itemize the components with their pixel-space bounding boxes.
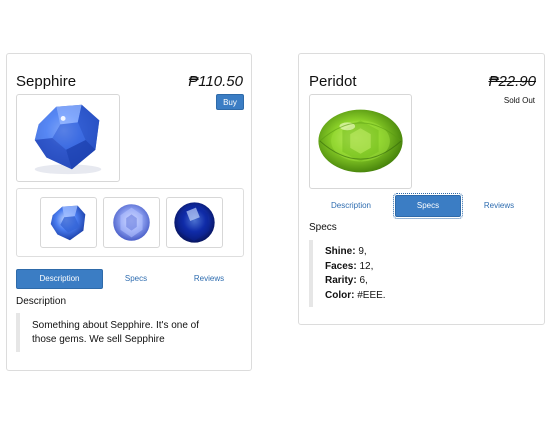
product-card-sepphire: Sepphire ₱110.50 Buy Description Specs R…: [6, 53, 252, 371]
buy-button[interactable]: Buy: [216, 94, 244, 110]
tab-specs[interactable]: Specs: [103, 269, 169, 289]
spec-label: Faces: [325, 260, 354, 272]
spec-value: 12,: [359, 260, 374, 272]
tab-specs[interactable]: Specs: [393, 193, 463, 219]
tab-description[interactable]: Description: [16, 269, 103, 289]
product-name: Peridot: [309, 73, 357, 90]
specs-list: Shine: 9, Faces: 12, Rarity: 6, Color: #…: [309, 240, 529, 307]
status-badge: Sold Out: [503, 96, 535, 105]
spec-label: Shine: [325, 246, 353, 257]
spec-value: 9,: [358, 246, 367, 257]
spec-label: Rarity: [325, 275, 354, 286]
tab-reviews[interactable]: Reviews: [463, 195, 535, 217]
tab-description[interactable]: Description: [309, 195, 393, 217]
product-price: ₱22.90: [488, 73, 536, 90]
spec-label: Color: [325, 289, 352, 301]
product-card-peridot: Peridot ₱22.90 Sold Out Description Spec…: [298, 53, 545, 325]
product-name: Sepphire: [16, 73, 77, 90]
section-title: Specs: [309, 222, 337, 233]
thumbnail-3[interactable]: [166, 197, 223, 248]
spec-value: 6,: [359, 275, 368, 286]
spec-rarity: Rarity: 6,: [325, 275, 368, 286]
tab-reviews[interactable]: Reviews: [173, 269, 245, 289]
thumbnail-2[interactable]: [103, 197, 160, 248]
peridot-main-image: [309, 94, 412, 189]
section-title: Description: [16, 296, 67, 307]
spec-value: #EEE.: [357, 289, 386, 301]
thumbnail-gallery: [16, 188, 244, 257]
thumbnail-1[interactable]: [40, 197, 97, 248]
spec-faces: Faces: 12,: [325, 260, 374, 272]
description-text: Something about Sepphire. It's one of th…: [16, 313, 236, 352]
spec-color: Color: #EEE.: [325, 289, 386, 301]
sapphire-main-image: [16, 94, 120, 182]
spec-shine: Shine: 9,: [325, 246, 367, 257]
product-price: ₱110.50: [188, 73, 243, 90]
